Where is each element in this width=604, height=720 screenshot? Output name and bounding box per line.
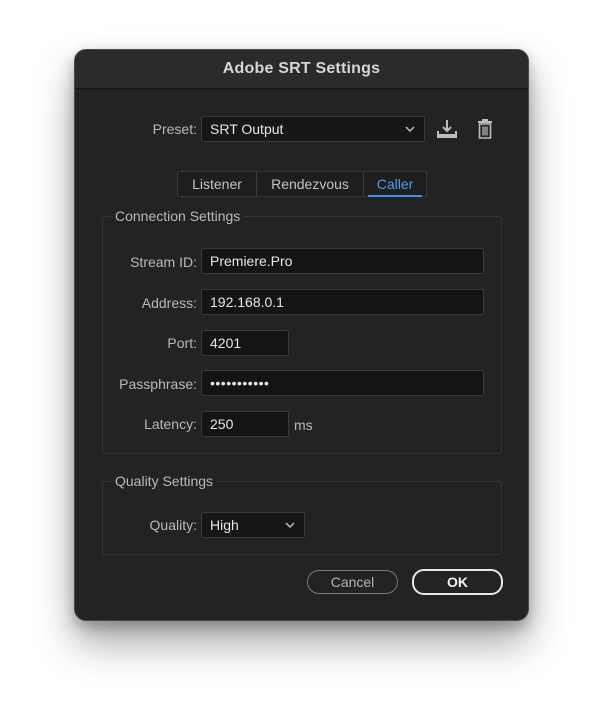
quality-select[interactable]: High: [201, 512, 305, 538]
tab-listener[interactable]: Listener: [178, 172, 257, 196]
mode-tabs: Listener Rendezvous Caller: [177, 171, 427, 197]
screen: Adobe SRT Settings Preset: SRT Output Li…: [0, 0, 604, 720]
tab-listener-label: Listener: [192, 176, 242, 192]
tab-rendezvous-label: Rendezvous: [271, 176, 349, 192]
preset-value: SRT Output: [210, 121, 284, 137]
delete-preset-button[interactable]: [473, 118, 497, 145]
address-label: Address:: [141, 295, 197, 311]
latency-input[interactable]: 250: [201, 411, 289, 437]
quality-value: High: [210, 517, 239, 533]
tab-caller-label: Caller: [376, 176, 414, 192]
passphrase-label: Passphrase:: [119, 376, 197, 392]
preset-select[interactable]: SRT Output: [201, 116, 425, 142]
passphrase-input[interactable]: •••••••••••: [201, 370, 484, 396]
stream-id-input[interactable]: Premiere.Pro: [201, 248, 484, 274]
trash-icon: [475, 118, 495, 145]
connection-settings-title: Connection Settings: [111, 208, 245, 224]
cancel-button[interactable]: Cancel: [307, 570, 398, 594]
srt-settings-dialog: Adobe SRT Settings Preset: SRT Output Li…: [74, 49, 529, 621]
dialog-title: Adobe SRT Settings: [222, 60, 381, 77]
download-icon: [436, 118, 458, 145]
latency-label: Latency:: [144, 416, 197, 432]
quality-settings-title: Quality Settings: [111, 473, 218, 489]
port-input[interactable]: 4201: [201, 330, 289, 356]
chevron-down-icon: [284, 519, 296, 531]
title-bar: Adobe SRT Settings: [75, 50, 528, 89]
preset-label: Preset:: [152, 121, 197, 137]
tab-caller[interactable]: Caller: [364, 172, 426, 197]
save-preset-button[interactable]: [435, 119, 459, 143]
quality-label: Quality:: [149, 517, 197, 533]
ok-button[interactable]: OK: [412, 569, 503, 595]
tab-rendezvous[interactable]: Rendezvous: [257, 172, 364, 196]
chevron-down-icon: [404, 123, 416, 135]
address-input[interactable]: 192.168.0.1: [201, 289, 484, 315]
latency-unit: ms: [294, 417, 313, 433]
port-label: Port:: [167, 335, 197, 351]
stream-id-label: Stream ID:: [130, 254, 197, 270]
